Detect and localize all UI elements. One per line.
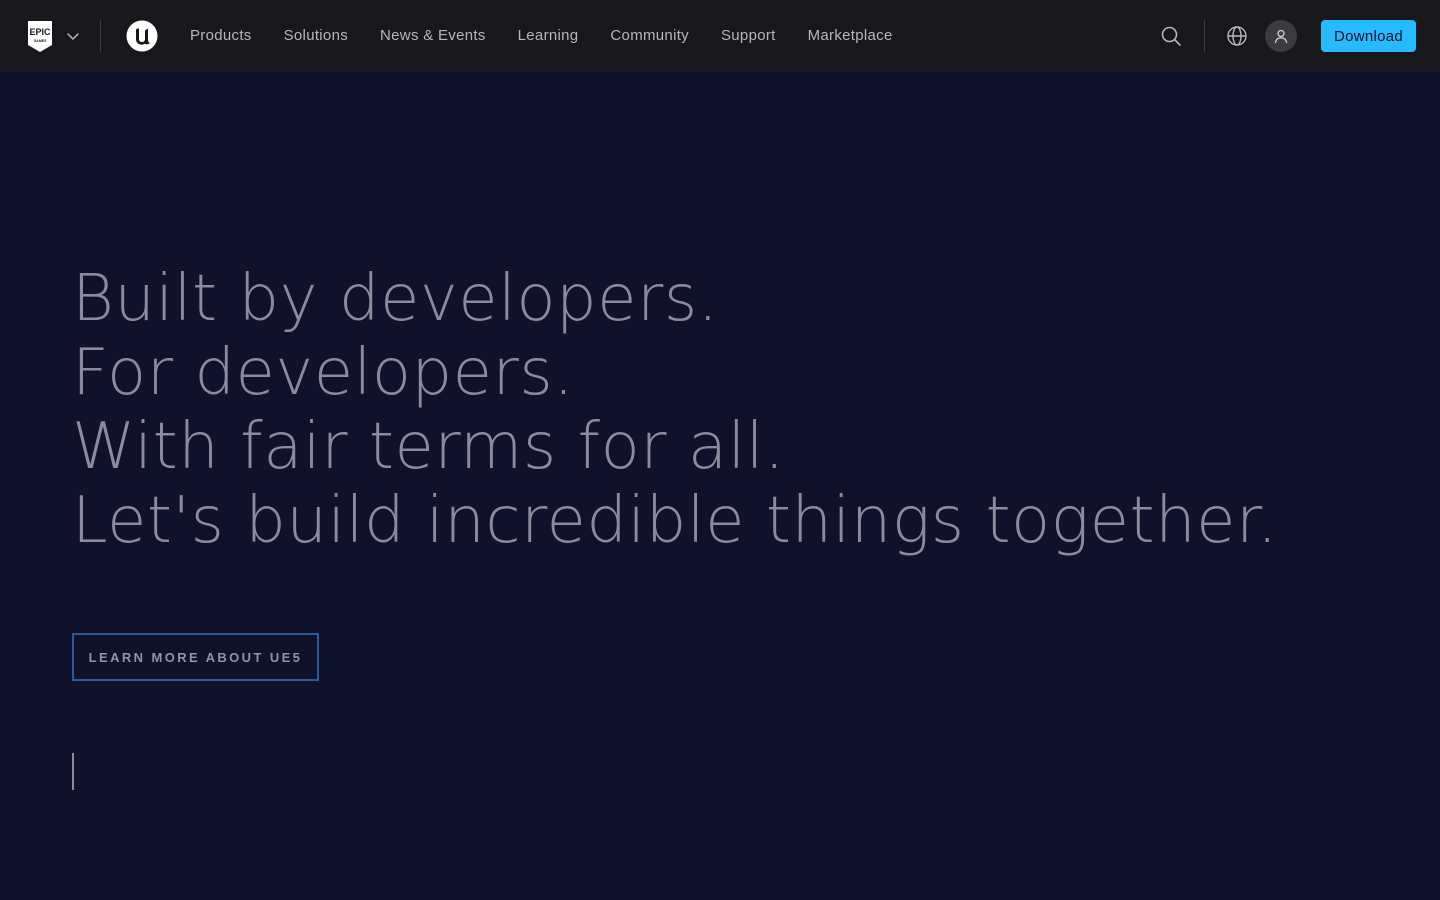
nav-link-marketplace[interactable]: Marketplace [808, 27, 893, 44]
hero-line: With fair terms for all. [72, 410, 785, 484]
download-button[interactable]: Download [1321, 20, 1416, 52]
unreal-engine-logo[interactable] [126, 20, 158, 52]
hero-line: Built by developers. [72, 262, 719, 336]
scroll-indicator [72, 753, 74, 790]
nav-link-products[interactable]: Products [190, 27, 252, 44]
hero-headline: Built by developers. For developers. Wit… [72, 262, 1278, 558]
globe-icon[interactable] [1226, 25, 1248, 47]
hero-line: Let's build incredible things together. [72, 484, 1278, 558]
nav-link-news-events[interactable]: News & Events [380, 27, 486, 44]
nav-link-learning[interactable]: Learning [518, 27, 579, 44]
user-icon [1274, 29, 1288, 44]
svg-text:GAMES: GAMES [34, 39, 48, 43]
hero-line: For developers. [72, 336, 575, 410]
nav-link-support[interactable]: Support [721, 27, 776, 44]
epic-games-logo[interactable]: EPIC GAMES [27, 21, 53, 52]
svg-text:EPIC: EPIC [29, 27, 51, 37]
nav-link-solutions[interactable]: Solutions [284, 27, 348, 44]
learn-more-button[interactable]: LEARN MORE ABOUT UE5 [72, 633, 319, 681]
nav-link-community[interactable]: Community [610, 27, 689, 44]
nav-divider [1204, 20, 1205, 52]
primary-nav: Products Solutions News & Events Learnin… [190, 0, 893, 72]
account-avatar[interactable] [1265, 20, 1297, 52]
top-navigation-bar: EPIC GAMES Products Solutions News & Eve… [0, 0, 1440, 72]
chevron-down-icon[interactable] [65, 28, 81, 44]
nav-divider [100, 20, 101, 52]
search-icon[interactable] [1160, 25, 1182, 47]
